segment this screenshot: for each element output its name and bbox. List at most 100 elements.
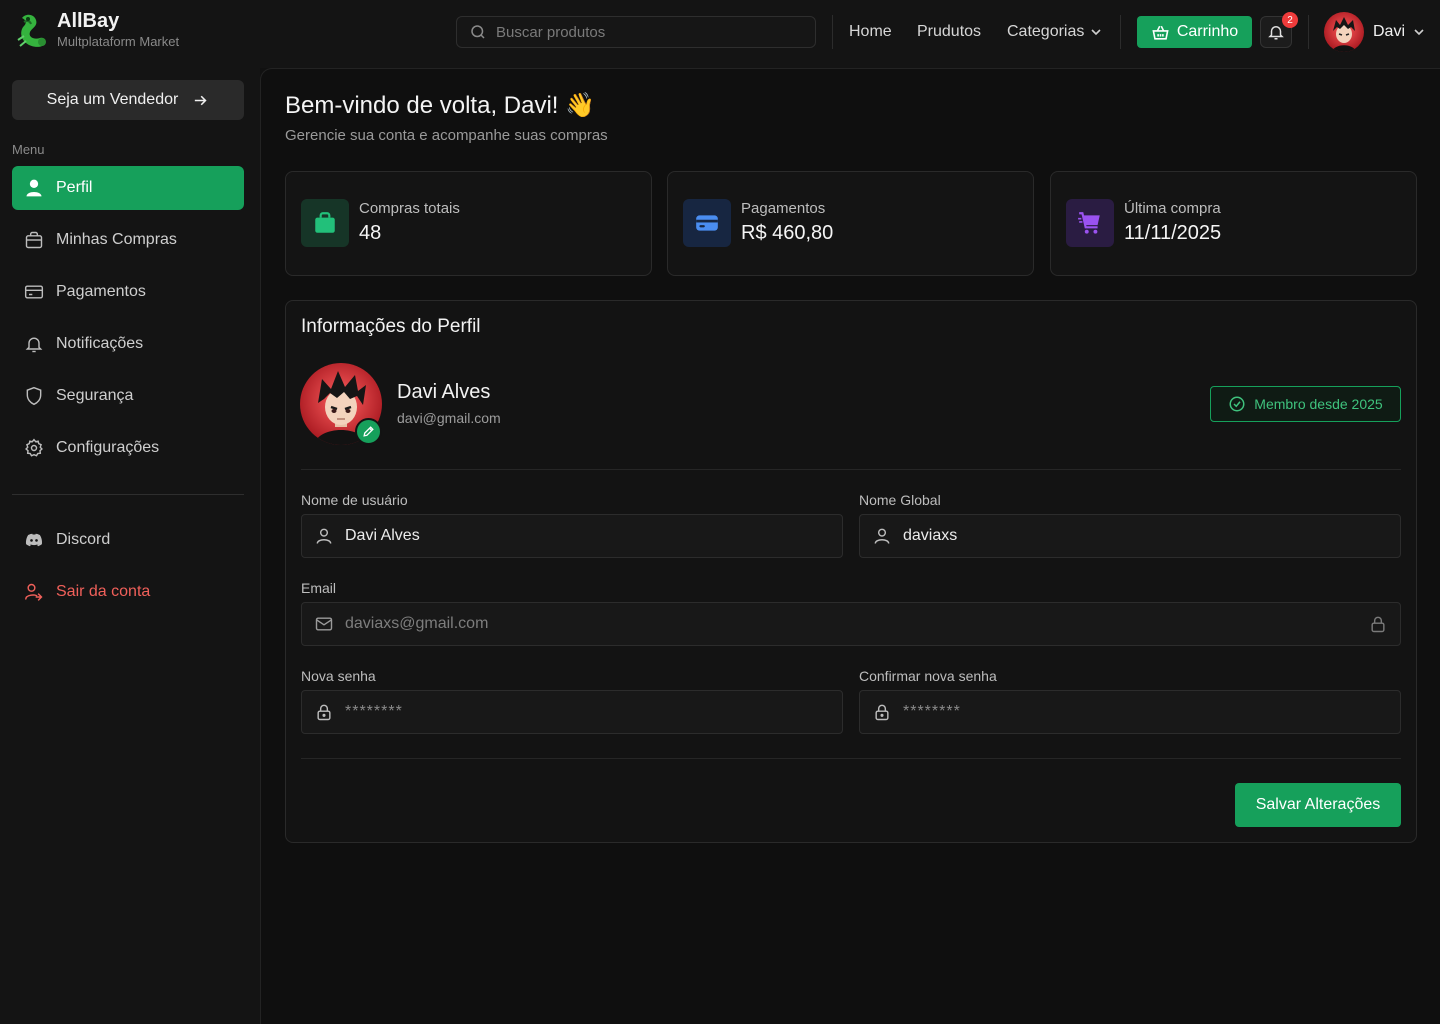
stat-icon-box [1066, 199, 1114, 247]
new-password-input[interactable] [345, 703, 794, 721]
confirm-password-label: Confirmar nova senha [859, 668, 997, 684]
sidebar-item-label: Minhas Compras [56, 231, 177, 248]
profile-name: Davi Alves [397, 381, 491, 403]
credit-card-icon [696, 215, 718, 231]
confirm-password-input[interactable] [903, 703, 1352, 721]
brand[interactable]: AllBay Multplataform Market [16, 10, 179, 50]
sidebar-item-security[interactable]: Segurança [12, 374, 244, 418]
sidebar-item-payments[interactable]: Pagamentos [12, 270, 244, 314]
main-content: Bem-vindo de volta, Davi! 👋 Gerencie sua… [260, 68, 1440, 1024]
section-divider [301, 469, 1401, 470]
stat-value: 11/11/2025 [1124, 222, 1222, 244]
sidebar-item-label: Discord [56, 531, 111, 548]
stat-card-last-purchase: Última compra 11/11/2025 [1050, 171, 1417, 276]
profile-card: Informações do Perfil Davi Alves davi@gm… [285, 300, 1417, 843]
username-input[interactable] [345, 527, 794, 545]
mail-icon [315, 617, 333, 631]
sidebar-divider [12, 494, 244, 495]
discord-icon [25, 533, 43, 547]
user-icon [26, 179, 42, 197]
stat-label: Última compra [1124, 200, 1221, 217]
stat-label: Pagamentos [741, 200, 826, 217]
gear-icon [25, 438, 43, 457]
brand-name: AllBay [57, 10, 120, 32]
check-circle-icon [1229, 396, 1245, 412]
user-outline-icon [874, 528, 890, 544]
logout-user-icon [24, 583, 43, 601]
shield-icon [26, 386, 42, 406]
search-bar [456, 16, 816, 48]
sidebar-item-label: Configurações [56, 439, 160, 456]
user-name: Davi [1373, 23, 1406, 40]
cart-label: Carrinho [1176, 23, 1239, 40]
sidebar-item-profile[interactable]: Perfil [12, 166, 244, 210]
top-header: AllBay Multplataform Market Home Pruduto… [0, 0, 1440, 68]
global-name-input[interactable] [903, 527, 1352, 545]
lock-icon [1371, 616, 1385, 633]
sidebar-item-settings[interactable]: Configurações [12, 426, 244, 470]
global-name-label: Nome Global [859, 492, 941, 508]
stat-label: Compras totais [359, 200, 460, 217]
header-divider [832, 15, 833, 49]
become-seller-label: Seja um Vendedor [46, 91, 179, 108]
pencil-icon [363, 426, 374, 437]
sidebar-item-label: Perfil [56, 179, 93, 196]
username-label: Nome de usuário [301, 492, 408, 508]
header-divider [1308, 15, 1309, 49]
shopping-bag-icon [315, 212, 335, 233]
notifications-button[interactable]: 2 [1260, 12, 1298, 48]
sidebar-item-purchases[interactable]: Minhas Compras [12, 218, 244, 262]
nav-categories-label: Categorias [1007, 23, 1085, 40]
menu-section-title: Menu [12, 142, 45, 157]
bell-icon [1268, 26, 1284, 40]
edit-avatar-button[interactable] [355, 418, 382, 445]
nav-products[interactable]: Prudutos [917, 0, 981, 64]
save-changes-button[interactable]: Salvar Alterações [1235, 783, 1401, 827]
arrow-right-icon [195, 95, 207, 105]
member-since-label: Membro desde 2025 [1254, 396, 1383, 412]
lock-icon [875, 704, 889, 721]
stat-icon-box [301, 199, 349, 247]
member-since-badge: Membro desde 2025 [1210, 386, 1401, 422]
brand-subtitle: Multplataform Market [57, 34, 180, 49]
page-title: Bem-vindo de volta, Davi! 👋 [285, 92, 596, 119]
sidebar: Seja um Vendedor Menu Perfil Minhas Comp… [0, 68, 260, 1024]
sidebar-item-label: Pagamentos [56, 283, 146, 300]
username-field [301, 514, 843, 558]
chevron-down-icon [1091, 29, 1101, 36]
basket-icon [1152, 25, 1169, 40]
sidebar-item-label: Notificações [56, 335, 144, 352]
search-icon [471, 25, 485, 39]
avatar [1324, 12, 1364, 52]
search-input[interactable] [496, 23, 796, 41]
sidebar-item-notifications[interactable]: Notificações [12, 322, 244, 366]
nav-categories[interactable]: Categorias [1007, 0, 1102, 64]
user-menu[interactable]: Davi [1324, 11, 1425, 53]
credit-card-icon [24, 285, 44, 299]
global-name-field [859, 514, 1401, 558]
header-divider [1120, 15, 1121, 49]
cart-button[interactable]: Carrinho [1137, 16, 1252, 48]
profile-card-title: Informações do Perfil [301, 316, 481, 337]
stat-value: R$ 460,80 [741, 222, 834, 244]
stat-card-purchases: Compras totais 48 [285, 171, 652, 276]
sidebar-item-label: Sair da conta [56, 583, 151, 600]
shopping-bag-icon [25, 231, 43, 249]
email-input[interactable] [345, 615, 1269, 633]
new-password-label: Nova senha [301, 668, 376, 684]
cart-icon [1078, 212, 1100, 234]
bell-icon [25, 337, 43, 353]
become-seller-button[interactable]: Seja um Vendedor [12, 80, 244, 120]
profile-email: davi@gmail.com [397, 410, 501, 426]
sidebar-item-logout[interactable]: Sair da conta [12, 570, 244, 614]
email-field [301, 602, 1401, 646]
stat-value: 48 [359, 222, 382, 244]
lock-icon [317, 704, 331, 721]
new-password-field [301, 690, 843, 734]
chevron-down-icon [1414, 29, 1424, 36]
section-divider [301, 758, 1401, 759]
page-subtitle: Gerencie sua conta e acompanhe suas comp… [285, 127, 608, 144]
sidebar-item-discord[interactable]: Discord [12, 518, 244, 562]
nav-home[interactable]: Home [849, 0, 892, 64]
user-outline-icon [316, 528, 332, 544]
